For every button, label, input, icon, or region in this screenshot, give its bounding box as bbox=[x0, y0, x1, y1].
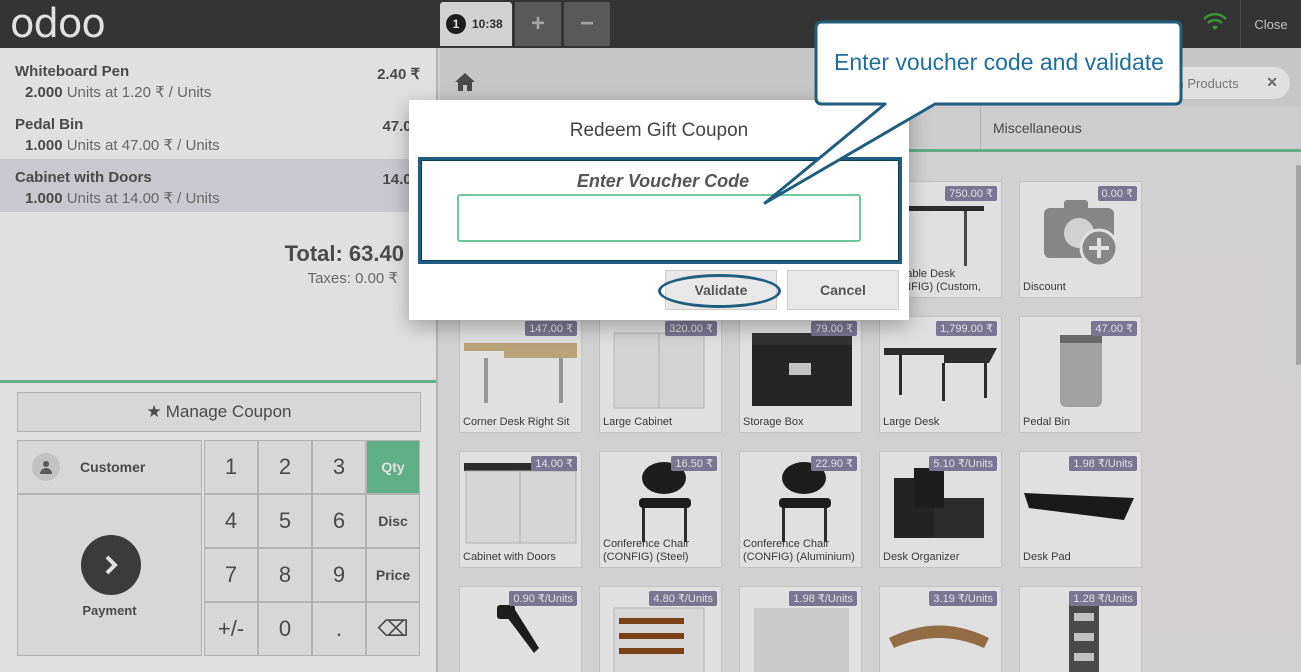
cancel-button[interactable]: Cancel bbox=[787, 270, 899, 310]
voucher-highlight-box bbox=[418, 157, 902, 264]
dialog-title: Redeem Gift Coupon bbox=[569, 120, 749, 141]
callout-text: Enter voucher code and validate bbox=[834, 48, 1164, 75]
validate-highlight-oval bbox=[658, 274, 781, 308]
